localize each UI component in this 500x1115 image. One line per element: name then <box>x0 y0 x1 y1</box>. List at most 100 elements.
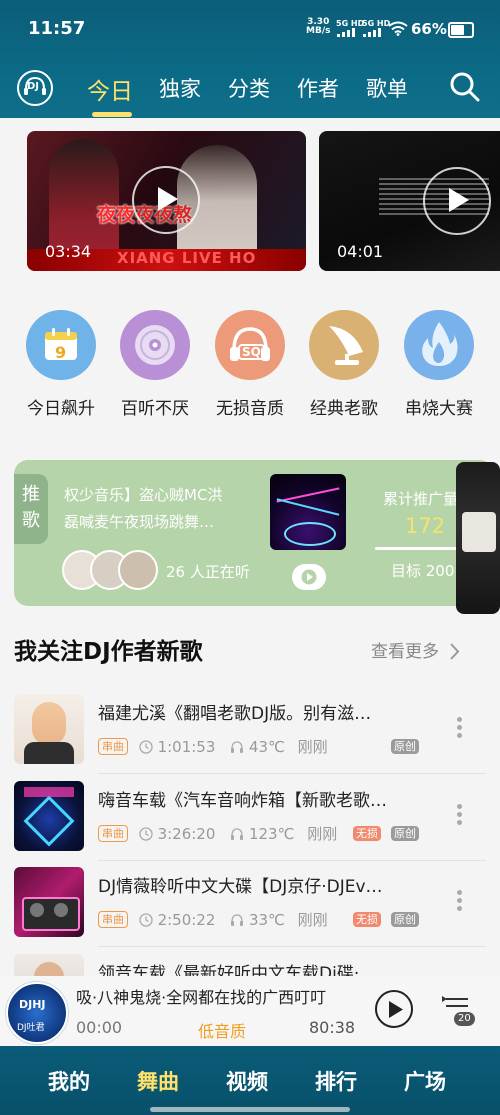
battery-icon <box>448 22 474 38</box>
nav-mine[interactable]: 我的 <box>48 1066 90 1096</box>
status-bar: 11:57 3.30 MB/s 5G HD 5G HD 66% <box>0 0 500 58</box>
video-banner-text: XIANG LIVE HO <box>117 249 257 267</box>
lossless-tag: 无损 <box>353 826 381 841</box>
category-classic[interactable]: 经典老歌 <box>308 310 380 419</box>
push-song-title[interactable]: 权少音乐】盗心贼MC洪 磊喊麦午夜现场跳舞… <box>64 482 254 536</box>
song-row[interactable]: 福建尤溪《翻唱老歌DJ版。别有滋… 串曲 1:01:53 43℃ 刚刚 原创 <box>0 694 500 780</box>
more-options-icon[interactable] <box>452 801 466 828</box>
chevron-right-icon <box>450 643 460 660</box>
video-card-2[interactable]: 04:01 <box>319 131 500 271</box>
bottom-navigation: 我的 舞曲 视频 排行 广场 <box>0 1046 500 1115</box>
tab-today[interactable]: 今日 <box>87 72 133 106</box>
song-title: 嗨音车载《汽车音响炸箱【新歌老歌… <box>98 791 387 811</box>
play-icon <box>158 187 178 211</box>
video-duration: 04:01 <box>337 242 384 261</box>
net-speed: 3.30 MB/s <box>306 17 331 36</box>
push-play-button[interactable] <box>292 564 326 590</box>
section-title: 我关注DJ作者新歌 <box>14 639 203 665</box>
active-tab-indicator <box>92 112 132 117</box>
play-icon <box>449 188 469 212</box>
lossless-tag: 无损 <box>353 912 381 927</box>
headphones-sq-icon: SQ <box>215 310 285 380</box>
flame-icon <box>404 310 474 380</box>
clock-icon <box>139 913 153 927</box>
original-tag: 原创 <box>391 739 419 754</box>
view-more-link[interactable]: 查看更多 <box>371 637 460 662</box>
tab-category[interactable]: 分类 <box>228 73 270 103</box>
more-options-icon[interactable] <box>452 887 466 914</box>
headphones-icon <box>231 828 244 840</box>
play-icon <box>301 569 317 585</box>
medley-tag: 串曲 <box>98 738 128 755</box>
tab-playlist[interactable]: 歌单 <box>366 73 408 103</box>
tab-exclusive[interactable]: 独家 <box>159 73 201 103</box>
original-tag: 原创 <box>391 912 419 927</box>
push-badge: 推 歌 <box>14 474 48 544</box>
tab-author[interactable]: 作者 <box>297 73 339 103</box>
promoted-song-card[interactable]: 推 歌 权少音乐】盗心贼MC洪 磊喊麦午夜现场跳舞… 26 人正在听 累计推广量… <box>14 460 500 614</box>
original-tag: 原创 <box>391 826 419 841</box>
song-cover <box>14 694 84 764</box>
mini-player[interactable]: DJHJ DJ吐君 吸·八神鬼烧·全网都在找的广西叮叮 00:00 低音质 80… <box>0 976 500 1046</box>
player-play-button[interactable] <box>375 990 413 1028</box>
nav-dance[interactable]: 舞曲 <box>137 1066 179 1096</box>
headphones-icon <box>231 914 244 926</box>
player-cover[interactable]: DJHJ DJ吐君 <box>6 982 68 1044</box>
total-promotion-label: 累计推广量 <box>383 490 459 508</box>
play-button[interactable] <box>132 166 200 234</box>
total-promotion-value: 172 <box>405 514 446 538</box>
play-icon <box>389 1001 403 1018</box>
category-label: 无损音质 <box>216 399 284 419</box>
gramophone-icon <box>309 310 379 380</box>
song-title: 福建尤溪《翻唱老歌DJ版。别有滋… <box>98 704 372 724</box>
home-indicator[interactable] <box>150 1107 350 1112</box>
category-lossless[interactable]: SQ 无损音质 <box>214 310 286 419</box>
category-medley[interactable]: 串烧大赛 <box>403 310 475 419</box>
player-song-title: 吸·八神鬼烧·全网都在找的广西叮叮 <box>76 988 327 1007</box>
medley-tag: 串曲 <box>98 825 128 842</box>
song-cover <box>14 867 84 937</box>
video-duration: 03:34 <box>45 242 92 261</box>
queue-count: 20 <box>454 1012 475 1026</box>
medley-tag: 串曲 <box>98 911 128 928</box>
song-title: DJ情薇聆听中文大碟【DJ京仔·DJEv… <box>98 877 383 897</box>
nav-ranking[interactable]: 排行 <box>315 1066 357 1096</box>
song-row[interactable]: DJ情薇聆听中文大碟【DJ京仔·DJEv… 串曲 2:50:22 33℃ 刚刚 … <box>0 867 500 953</box>
category-label: 百听不厌 <box>121 399 189 419</box>
song-row[interactable]: 嗨音车载《汽车音响炸箱【新歌老歌… 串曲 3:26:20 123℃ 刚刚 无损 … <box>0 781 500 867</box>
song-meta: 串曲 2:50:22 33℃ 刚刚 <box>98 909 328 930</box>
search-icon[interactable] <box>449 71 481 103</box>
clock-icon <box>139 740 153 754</box>
player-current-time: 00:00 <box>76 1018 123 1037</box>
signal-sim1-icon: 5G HD <box>336 20 364 39</box>
battery-percent: 66% <box>411 20 447 38</box>
song-meta: 串曲 1:01:53 43℃ 刚刚 <box>98 736 328 757</box>
category-today-rising[interactable]: 9 今日飙升 <box>25 310 97 419</box>
listener-avatar <box>118 550 158 590</box>
player-total-time: 80:38 <box>309 1018 356 1037</box>
playlist-queue-button[interactable]: 20 <box>442 996 482 1032</box>
calendar-icon: 9 <box>26 310 96 380</box>
wifi-icon <box>388 21 408 36</box>
headphones-icon <box>231 741 244 753</box>
push-song-cover <box>270 474 346 550</box>
status-time: 11:57 <box>28 18 86 39</box>
song-meta: 串曲 3:26:20 123℃ 刚刚 <box>98 823 337 844</box>
side-video-thumbnail[interactable] <box>456 462 500 614</box>
category-evergreen[interactable]: 百听不厌 <box>119 310 191 419</box>
listening-count: 26 人正在听 <box>166 563 250 581</box>
signal-sim2-icon: 5G HD <box>362 20 390 39</box>
disc-icon <box>120 310 190 380</box>
promotion-goal: 目标 200 <box>391 562 455 580</box>
nav-video[interactable]: 视频 <box>226 1066 268 1096</box>
play-button[interactable] <box>423 167 491 235</box>
nav-plaza[interactable]: 广场 <box>404 1066 446 1096</box>
clock-icon <box>139 827 153 841</box>
video-card-1[interactable]: XIANG LIVE HO 夜夜夜夜熬 03:34 <box>27 131 306 271</box>
app-header: 11:57 3.30 MB/s 5G HD 5G HD 66% DJ 今日 独家… <box>0 0 500 118</box>
more-options-icon[interactable] <box>452 714 466 741</box>
category-label: 今日飙升 <box>27 399 95 419</box>
song-cover <box>14 781 84 851</box>
player-quality[interactable]: 低音质 <box>198 1018 246 1042</box>
category-label: 串烧大赛 <box>405 399 473 419</box>
